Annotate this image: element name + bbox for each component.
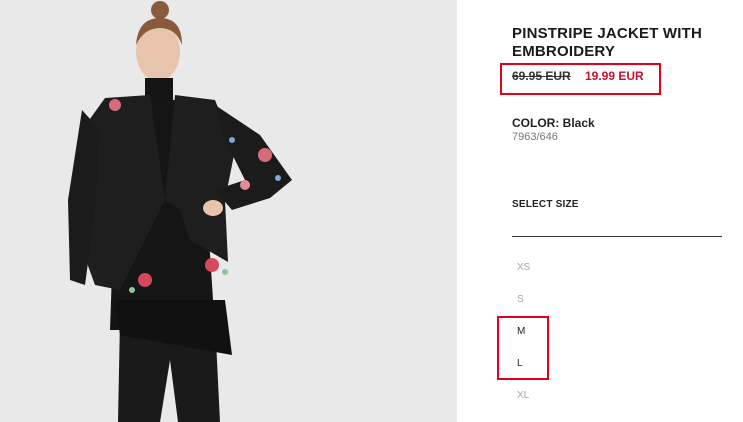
product-reference: 7963/646 (512, 131, 558, 143)
product-color: COLOR: Black (512, 116, 595, 130)
size-option-s[interactable]: S (517, 294, 524, 305)
product-title: PINSTRIPE JACKET WITH EMBROIDERY (512, 25, 703, 60)
size-option-xl[interactable]: XL (517, 390, 529, 401)
old-price: 69.95 EUR (512, 69, 571, 83)
product-info-panel: PINSTRIPE JACKET WITH EMBROIDERY 69.95 E… (457, 0, 743, 422)
select-size-label: SELECT SIZE (512, 199, 579, 210)
product-photo[interactable] (0, 0, 457, 422)
size-option-xs[interactable]: XS (517, 262, 530, 273)
model-illustration (0, 0, 457, 422)
size-divider (512, 236, 722, 237)
size-highlight-box (497, 316, 549, 380)
sale-price: 19.99 EUR (585, 69, 644, 83)
